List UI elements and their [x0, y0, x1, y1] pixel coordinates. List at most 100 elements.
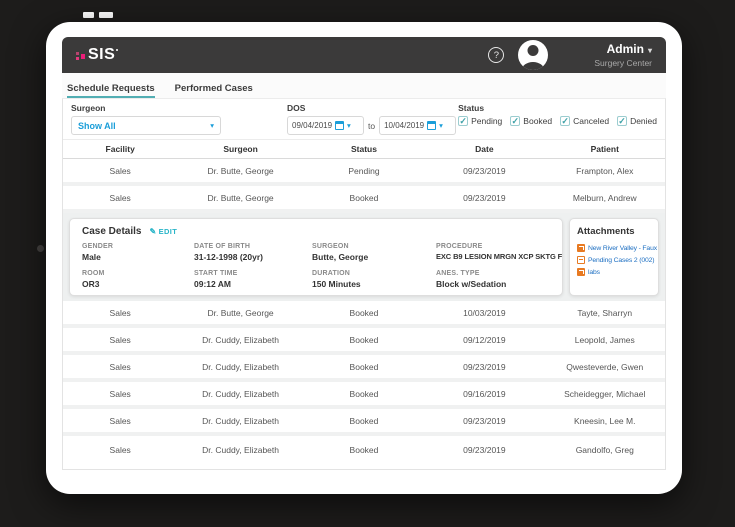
- dos-to-value: 10/04/2019: [384, 121, 424, 130]
- cell-surgeon: Dr. Cuddy, Elizabeth: [177, 335, 303, 345]
- file-icon: [577, 244, 585, 252]
- surgeon-dropdown-value: Show All: [78, 121, 116, 131]
- org-name: Surgery Center: [594, 58, 652, 68]
- cell-facility: Sales: [63, 193, 177, 203]
- user-menu[interactable]: Admin ▾ Surgery Center: [594, 43, 652, 68]
- cell-surgeon: Dr. Butte, George: [177, 308, 303, 318]
- dos-from-input[interactable]: 09/04/2019 ▾: [287, 116, 364, 135]
- cell-facility: Sales: [63, 166, 177, 176]
- status-checkbox-canceled[interactable]: ✓ Canceled: [560, 116, 609, 126]
- column-header-date: Date: [424, 144, 544, 154]
- cell-date: 09/16/2019: [424, 389, 544, 399]
- cell-status: Booked: [304, 416, 424, 426]
- cell-date: 09/12/2019: [424, 335, 544, 345]
- cell-patient: Tayte, Sharryn: [545, 308, 665, 318]
- device-camera-dot: [37, 245, 44, 252]
- user-name: Admin: [607, 42, 644, 56]
- checkmark-icon: ✓: [618, 117, 626, 126]
- dos-from-value: 09/04/2019: [292, 121, 332, 130]
- cell-status: Booked: [304, 335, 424, 345]
- chevron-down-icon: ▾: [648, 46, 652, 55]
- cell-surgeon: Dr. Cuddy, Elizabeth: [177, 389, 303, 399]
- field-duration: DURATION 150 Minutes: [312, 270, 436, 289]
- edit-button[interactable]: ✎ EDIT: [149, 227, 177, 236]
- cell-status: Booked: [304, 445, 424, 455]
- cell-facility: Sales: [63, 389, 177, 399]
- decor-dash: [99, 12, 113, 18]
- cell-facility: Sales: [63, 445, 177, 455]
- filter-bar: Surgeon Show All ▾ DOS 09/04/2019 ▾ to: [63, 99, 665, 139]
- attachment-link[interactable]: New River Valley - Faux ASC: [577, 244, 651, 252]
- table-row[interactable]: Sales Dr. Cuddy, Elizabeth Booked 09/23/…: [63, 436, 665, 463]
- cell-surgeon: Dr. Butte, George: [177, 166, 303, 176]
- status-checkbox-booked[interactable]: ✓ Booked: [510, 116, 552, 126]
- cell-facility: Sales: [63, 362, 177, 372]
- cell-surgeon: Dr. Cuddy, Elizabeth: [177, 416, 303, 426]
- sis-logo: SIS: [76, 46, 118, 64]
- attachment-link[interactable]: labs: [577, 268, 651, 276]
- cell-patient: Frampton, Alex: [545, 166, 665, 176]
- question-mark: ?: [494, 50, 499, 61]
- document-icon: [577, 256, 585, 264]
- dos-filter: DOS 09/04/2019 ▾ to 10/04/2019 ▾: [287, 103, 456, 139]
- help-icon[interactable]: ?: [488, 47, 504, 63]
- edit-icon: ✎: [149, 227, 156, 236]
- case-details-panel: Case Details ✎ EDIT GENDER Male DATE OF …: [69, 218, 563, 296]
- chevron-down-icon: ▾: [439, 121, 443, 130]
- header-actions: ? Admin ▾ Surgery Center: [488, 40, 652, 70]
- checkmark-icon: ✓: [512, 117, 520, 126]
- avatar[interactable]: [518, 40, 548, 70]
- cell-facility: Sales: [63, 416, 177, 426]
- table-row[interactable]: Sales Dr. Butte, George Booked 09/23/201…: [63, 186, 665, 213]
- table-row[interactable]: Sales Dr. Cuddy, Elizabeth Booked 09/12/…: [63, 328, 665, 355]
- checkmark-icon: ✓: [561, 117, 569, 126]
- table-row[interactable]: Sales Dr. Cuddy, Elizabeth Booked 09/23/…: [63, 409, 665, 436]
- cell-patient: Melburn, Andrew: [545, 193, 665, 203]
- column-header-status: Status: [304, 144, 424, 154]
- dos-to-word: to: [368, 121, 375, 131]
- attachments-title: Attachments: [577, 226, 651, 237]
- tab-schedule-requests[interactable]: Schedule Requests: [67, 83, 155, 98]
- cell-patient: Leopold, James: [545, 335, 665, 345]
- file-icon: [577, 268, 585, 276]
- expanded-row-details: Case Details ✎ EDIT GENDER Male DATE OF …: [63, 213, 665, 301]
- field-gender: GENDER Male: [82, 243, 194, 262]
- table-row[interactable]: Sales Dr. Butte, George Booked 10/03/201…: [63, 301, 665, 328]
- calendar-icon: [335, 121, 344, 130]
- surgeon-filter: Surgeon Show All ▾: [71, 103, 287, 139]
- field-surgeon: SURGEON Butte, George: [312, 243, 436, 262]
- table-row[interactable]: Sales Dr. Cuddy, Elizabeth Booked 09/23/…: [63, 355, 665, 382]
- cell-surgeon: Dr. Cuddy, Elizabeth: [177, 445, 303, 455]
- table-row[interactable]: Sales Dr. Butte, George Pending 09/23/20…: [63, 159, 665, 186]
- cell-status: Booked: [304, 389, 424, 399]
- cell-date: 09/23/2019: [424, 416, 544, 426]
- cell-facility: Sales: [63, 335, 177, 345]
- status-checkbox-denied[interactable]: ✓ Denied: [617, 116, 657, 126]
- cell-surgeon: Dr. Butte, George: [177, 193, 303, 203]
- cell-date: 09/23/2019: [424, 362, 544, 372]
- dos-to-input[interactable]: 10/04/2019 ▾: [379, 116, 456, 135]
- table-row[interactable]: Sales Dr. Cuddy, Elizabeth Booked 09/16/…: [63, 382, 665, 409]
- tab-performed-cases[interactable]: Performed Cases: [175, 83, 253, 98]
- trademark-mark: [116, 49, 118, 51]
- app-header: SIS ? Admin ▾ Surgery Center: [62, 37, 666, 73]
- field-procedure: PROCEDURE EXC B9 LESION MRGN XCP SKTG F/…: [436, 243, 563, 262]
- cell-patient: Gandolfo, Greg: [545, 445, 665, 455]
- field-anes-type: ANES. TYPE Block w/Sedation: [436, 270, 563, 289]
- column-header-patient: Patient: [545, 144, 665, 154]
- avatar-head-icon: [528, 45, 539, 56]
- edit-label: EDIT: [159, 227, 178, 236]
- decor-dash: [83, 12, 94, 18]
- attachment-link[interactable]: Pending Cases 2 (002): [577, 256, 651, 264]
- status-label: Status: [458, 103, 657, 113]
- content-panel: Surgeon Show All ▾ DOS 09/04/2019 ▾ to: [62, 98, 666, 470]
- surgeon-dropdown[interactable]: Show All ▾: [71, 116, 221, 135]
- logo-text: SIS: [88, 46, 115, 64]
- cell-date: 09/23/2019: [424, 445, 544, 455]
- attachments-panel: Attachments New River Valley - Faux ASC …: [569, 218, 659, 296]
- cell-status: Booked: [304, 308, 424, 318]
- app-window: SIS ? Admin ▾ Surgery Center Schedule Req…: [46, 22, 682, 494]
- status-checkbox-pending[interactable]: ✓ Pending: [458, 116, 502, 126]
- cell-status: Booked: [304, 362, 424, 372]
- cell-patient: Scheidegger, Michael: [545, 389, 665, 399]
